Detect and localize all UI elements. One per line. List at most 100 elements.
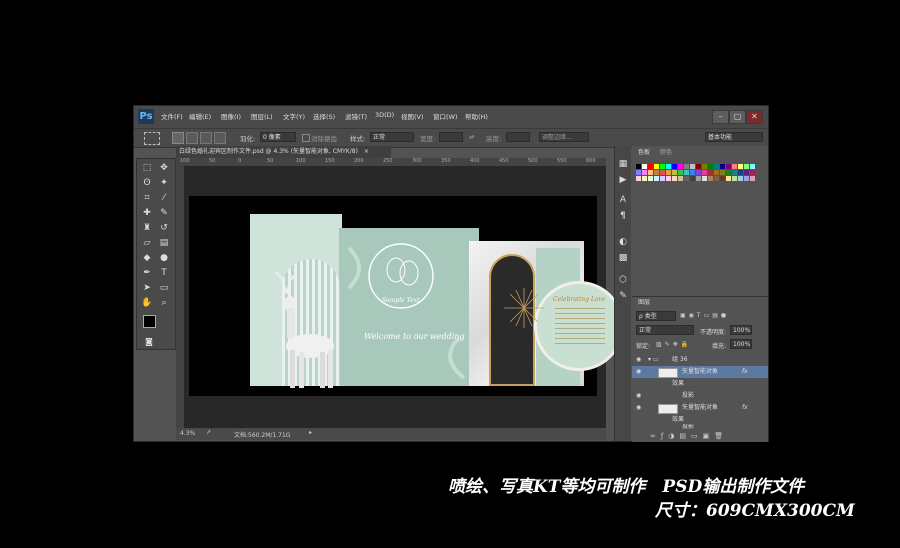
new-selection-icon[interactable]	[172, 132, 184, 144]
height-input[interactable]	[506, 132, 530, 142]
layer-row[interactable]: ◉ 矢量智能对象 fx	[632, 366, 768, 378]
color-swatch[interactable]	[720, 164, 725, 169]
menu-item[interactable]: 视图(V)	[401, 111, 424, 121]
dodge-icon[interactable]: ●	[157, 252, 171, 265]
history-brush-icon[interactable]: ↺	[157, 222, 171, 235]
color-swatch[interactable]	[744, 170, 749, 175]
color-swatch[interactable]	[678, 176, 683, 181]
gradient-icon[interactable]: ▤	[157, 237, 171, 250]
color-swatch[interactable]	[732, 170, 737, 175]
menu-item[interactable]: 窗口(W)	[433, 111, 458, 121]
color-swatch[interactable]	[690, 164, 695, 169]
color-swatch[interactable]	[654, 176, 659, 181]
drop-shadow-row[interactable]: ◉ 投影	[632, 390, 768, 402]
eraser-icon[interactable]: ▱	[140, 237, 154, 250]
antialias-checkbox[interactable]	[302, 134, 310, 142]
close-button[interactable]: ✕	[746, 110, 763, 124]
color-swatch[interactable]	[696, 164, 701, 169]
color-swatch[interactable]	[714, 164, 719, 169]
color-swatch[interactable]	[738, 176, 743, 181]
color-swatch[interactable]	[738, 170, 743, 175]
color-swatch[interactable]	[726, 176, 731, 181]
fx-icon[interactable]: fx	[742, 402, 748, 414]
menu-item[interactable]: 帮助(H)	[465, 111, 488, 121]
color-swatch[interactable]	[672, 164, 677, 169]
marquee-icon[interactable]: ⬚	[140, 162, 154, 175]
magic-wand-icon[interactable]: ✦	[157, 177, 171, 190]
color-swatch[interactable]	[672, 176, 677, 181]
menu-item[interactable]: 滤镜(T)	[345, 111, 367, 121]
3d-panel-icon[interactable]: ⬡	[616, 274, 630, 287]
blur-icon[interactable]: ◆	[140, 252, 154, 265]
marquee-tool-icon[interactable]	[144, 132, 160, 145]
color-swatch[interactable]	[714, 170, 719, 175]
menu-item[interactable]: 文件(F)	[161, 111, 183, 121]
color-swatch[interactable]	[666, 170, 671, 175]
color-swatch[interactable]	[750, 176, 755, 181]
color-swatch[interactable]	[648, 170, 653, 175]
width-input[interactable]	[439, 132, 463, 142]
color-swatch[interactable]	[672, 170, 677, 175]
layer-footer-icons[interactable]: ∞ƒ◑▤▭▣🗑	[650, 432, 728, 440]
foreground-color-swatch[interactable]	[143, 315, 156, 328]
stamp-icon[interactable]: ♜	[140, 222, 154, 235]
color-swatch[interactable]	[654, 170, 659, 175]
character-panel-icon[interactable]: A	[616, 194, 630, 207]
crop-icon[interactable]: ⌗	[140, 192, 154, 205]
intersect-selection-icon[interactable]	[214, 132, 226, 144]
add-selection-icon[interactable]	[186, 132, 198, 144]
workspace-select[interactable]: 基本功能	[705, 132, 763, 142]
close-tab-icon[interactable]: ×	[364, 148, 369, 155]
fx-icon[interactable]: fx	[742, 366, 748, 378]
color-swatch[interactable]	[696, 170, 701, 175]
color-swatch[interactable]	[642, 176, 647, 181]
quick-mask-icon[interactable]: ◙	[142, 335, 156, 348]
brushes-panel-icon[interactable]: ✎	[616, 290, 630, 303]
adjustments-panel-icon[interactable]: ◐	[616, 236, 630, 249]
swap-icon[interactable]: ⇄	[469, 133, 474, 141]
color-swatch[interactable]	[636, 164, 641, 169]
document-tab[interactable]: 白绿色婚礼迎宾区制作文件.psd @ 4.3% (矢量智能对象, CMYK/8)…	[176, 146, 391, 158]
color-swatch[interactable]	[678, 164, 683, 169]
color-swatch[interactable]	[714, 176, 719, 181]
color-swatch[interactable]	[750, 164, 755, 169]
tab-swatches[interactable]: 色板	[634, 148, 655, 158]
zoom-level[interactable]: 4.3%	[180, 430, 195, 437]
blend-mode-select[interactable]: 正常	[636, 325, 694, 335]
color-swatch[interactable]	[702, 176, 707, 181]
filter-icons[interactable]: ▣◉T▭▤●	[680, 312, 729, 319]
color-swatch[interactable]	[648, 176, 653, 181]
drop-shadow-row[interactable]: 投影	[632, 424, 768, 432]
color-swatch[interactable]	[684, 176, 689, 181]
color-swatch[interactable]	[708, 170, 713, 175]
move-icon[interactable]: ✥	[157, 162, 171, 175]
color-swatch[interactable]	[750, 170, 755, 175]
style-select[interactable]: 正常	[370, 132, 414, 142]
color-swatch[interactable]	[660, 164, 665, 169]
brush-icon[interactable]: ✎	[157, 207, 171, 220]
maximize-button[interactable]: ▢	[729, 110, 746, 124]
menu-item[interactable]: 图层(L)	[251, 111, 273, 121]
color-swatch[interactable]	[708, 164, 713, 169]
pen-icon[interactable]: ✒	[140, 267, 154, 280]
color-swatch[interactable]	[684, 164, 689, 169]
color-swatch[interactable]	[642, 170, 647, 175]
color-swatch[interactable]	[738, 164, 743, 169]
color-swatch[interactable]	[708, 176, 713, 181]
color-swatch[interactable]	[678, 170, 683, 175]
paragraph-panel-icon[interactable]: ¶	[616, 210, 630, 223]
type-icon[interactable]: T	[157, 267, 171, 280]
zoom-icon[interactable]: ⌕	[157, 297, 171, 310]
color-swatch[interactable]	[684, 170, 689, 175]
color-swatch[interactable]	[744, 164, 749, 169]
color-swatch[interactable]	[744, 176, 749, 181]
canvas-area[interactable]: Sample Text Welcome to our wedding Celeb…	[184, 166, 624, 428]
layer-group-row[interactable]: ◉ ▾ ▭ 组 36	[632, 354, 768, 366]
layer-row[interactable]: ◉ 矢量智能对象 fx	[632, 402, 768, 414]
color-swatch[interactable]	[726, 170, 731, 175]
tab-color[interactable]: 颜色	[656, 148, 676, 158]
lasso-icon[interactable]: ʘ	[140, 177, 154, 190]
color-swatch[interactable]	[732, 164, 737, 169]
shape-icon[interactable]: ▭	[157, 282, 171, 295]
color-swatch[interactable]	[636, 176, 641, 181]
